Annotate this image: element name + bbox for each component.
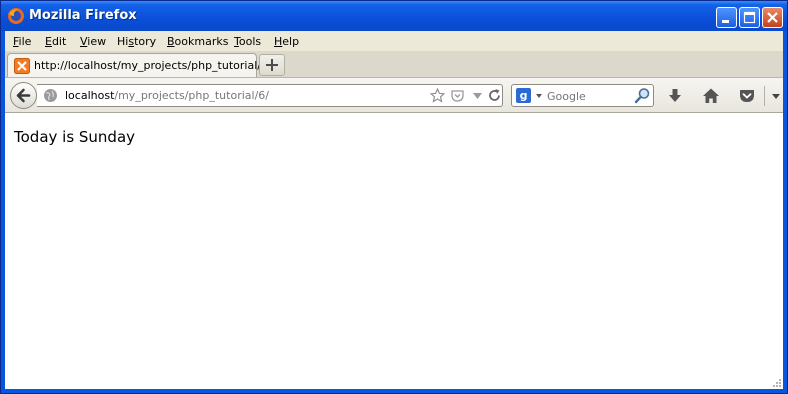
navigation-toolbar: localhost/my_projects/php_tutorial/6/ g …	[5, 77, 783, 113]
back-button[interactable]	[10, 82, 37, 109]
maximize-button[interactable]	[739, 7, 760, 28]
search-bar[interactable]: g	[511, 84, 654, 107]
bookmark-star-icon[interactable]	[430, 88, 445, 103]
pocket-save-icon[interactable]	[737, 86, 757, 106]
engine-dropdown-icon[interactable]	[535, 92, 543, 100]
search-icon[interactable]	[634, 87, 651, 104]
menu-history[interactable]: History	[117, 35, 156, 48]
close-button[interactable]	[762, 7, 783, 28]
globe-icon	[44, 89, 57, 102]
pocket-icon[interactable]	[450, 88, 465, 103]
page-text: Today is Sunday	[14, 128, 136, 146]
window-title: Mozilla Firefox	[29, 8, 137, 23]
home-icon[interactable]	[701, 86, 721, 106]
menu-bookmarks[interactable]: Bookmarks	[167, 35, 228, 48]
url-host: localhost	[65, 89, 115, 102]
toolbar-overflow-icon[interactable]	[767, 86, 787, 106]
menu-bar: File Edit View History Bookmarks Tools H…	[5, 31, 783, 51]
search-input[interactable]	[547, 89, 632, 103]
downloads-icon[interactable]	[665, 86, 685, 106]
browser-window: Mozilla Firefox File Edit View History B…	[0, 0, 788, 394]
xampp-favicon-icon	[14, 58, 30, 74]
address-bar[interactable]: localhost/my_projects/php_tutorial/6/	[37, 84, 503, 107]
menu-view[interactable]: View	[80, 35, 106, 48]
tab-active[interactable]: http://localhost/my_projects/php_tutoria…	[7, 53, 272, 77]
dropdown-arrow-icon[interactable]	[470, 88, 485, 103]
url-text: localhost/my_projects/php_tutorial/6/	[65, 89, 269, 102]
resize-grip-icon[interactable]	[772, 378, 782, 388]
menu-help[interactable]: Help	[274, 35, 299, 48]
reload-icon[interactable]	[487, 88, 502, 103]
new-tab-button[interactable]	[259, 54, 285, 76]
tab-title: http://localhost/my_projects/php_tutoria…	[34, 59, 272, 72]
maximize-icon	[743, 11, 756, 24]
menu-file[interactable]: File	[13, 35, 31, 48]
plus-icon	[266, 59, 278, 71]
menu-tools[interactable]: Tools	[234, 35, 261, 48]
title-bar[interactable]: Mozilla Firefox	[1, 1, 787, 31]
minimize-icon	[722, 20, 729, 23]
menu-edit[interactable]: Edit	[45, 35, 66, 48]
page-content: Today is Sunday	[5, 113, 783, 389]
url-path: /my_projects/php_tutorial/6/	[114, 89, 269, 102]
google-engine-icon[interactable]: g	[516, 88, 531, 103]
back-arrow-icon	[16, 88, 31, 103]
toolbar-separator	[764, 86, 765, 106]
tab-strip: http://localhost/my_projects/php_tutoria…	[5, 51, 783, 77]
close-icon	[767, 12, 778, 23]
firefox-icon	[8, 8, 24, 24]
client-area: File Edit View History Bookmarks Tools H…	[5, 31, 783, 389]
minimize-button[interactable]	[716, 7, 737, 28]
